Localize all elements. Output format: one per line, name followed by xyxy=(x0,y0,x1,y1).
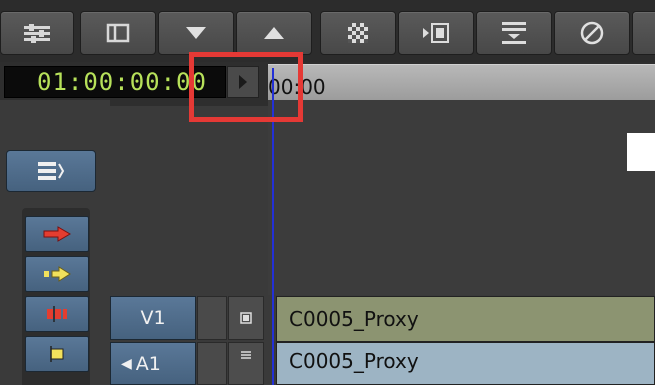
panel-toggle-button[interactable] xyxy=(80,11,156,55)
toolbar-button-partial[interactable] xyxy=(632,11,655,55)
mixer-icon xyxy=(24,24,50,43)
timeline-menu-button[interactable] xyxy=(6,150,96,192)
track-v1-button[interactable]: V1 xyxy=(110,296,196,340)
audio-clip-name: C0005_Proxy xyxy=(289,349,419,373)
insert-frame-icon xyxy=(423,23,449,43)
track-a1-label: A1 xyxy=(135,352,161,375)
track-a1-solo-toggle[interactable] xyxy=(228,342,264,385)
red-arrow-button[interactable] xyxy=(25,216,89,252)
video-clip-name: C0005_Proxy xyxy=(289,307,419,331)
timeline-ruler[interactable]: 00:00 xyxy=(268,64,655,100)
solo-icon xyxy=(241,351,251,359)
timeline-area[interactable] xyxy=(268,100,655,295)
disable-button[interactable] xyxy=(554,11,630,55)
track-menu-icon xyxy=(38,162,65,180)
move-down-button[interactable] xyxy=(158,11,234,55)
disable-icon xyxy=(580,21,604,45)
move-up-button[interactable] xyxy=(236,11,312,55)
yellow-arrow-button[interactable] xyxy=(25,256,89,292)
checker-fill-button[interactable] xyxy=(320,11,396,55)
mixer-button[interactable] xyxy=(0,11,74,55)
lift-extract-icon xyxy=(502,22,526,44)
timecode-value: 01:00:00:00 xyxy=(37,68,207,96)
arrow-up-icon xyxy=(264,27,284,39)
insert-frame-button[interactable] xyxy=(398,11,474,55)
highlight-box xyxy=(189,52,303,122)
red-arrow-icon xyxy=(43,226,71,242)
square-icon xyxy=(240,312,252,324)
red-segment-icon xyxy=(47,306,67,322)
arrow-down-icon xyxy=(186,27,206,39)
lift-extract-button[interactable] xyxy=(476,11,552,55)
panel-toggle-icon xyxy=(106,23,130,43)
yellow-segment-icon xyxy=(50,346,64,362)
track-a1-button[interactable]: ◀ A1 xyxy=(110,342,196,385)
yellow-arrow-icon xyxy=(44,266,71,282)
speaker-icon: ◀ xyxy=(121,355,132,372)
audio-clip[interactable]: C0005_Proxy xyxy=(276,342,655,385)
video-clip[interactable]: C0005_Proxy xyxy=(276,296,655,342)
track-v1-slot[interactable] xyxy=(197,296,227,340)
checker-fill-icon xyxy=(348,23,368,43)
monitor-patch xyxy=(627,133,655,171)
yellow-segment-button[interactable] xyxy=(25,336,89,372)
track-v1-label: V1 xyxy=(140,307,166,329)
track-a1-slot[interactable] xyxy=(197,342,227,385)
red-segment-button[interactable] xyxy=(25,296,89,332)
track-v1-lock-toggle[interactable] xyxy=(228,296,264,340)
